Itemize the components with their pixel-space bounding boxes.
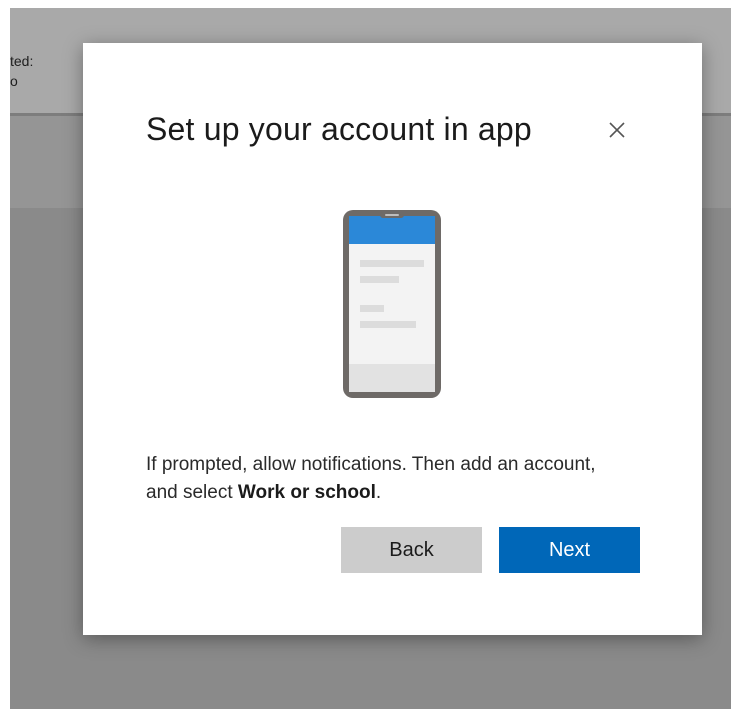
message-end: .: [375, 482, 382, 503]
next-button[interactable]: Next: [499, 527, 640, 573]
close-icon: [609, 122, 625, 138]
dialog-title: Set up your account in app: [146, 111, 532, 147]
dialog-message: If prompted, allow notifications. Then a…: [146, 451, 606, 507]
setup-account-dialog: Set up your account in app If prompted, …: [83, 43, 702, 635]
close-button[interactable]: [600, 113, 634, 147]
back-button[interactable]: Back: [341, 527, 482, 573]
message-emphasis: Work or school: [237, 482, 376, 503]
phone-app-icon: [343, 210, 441, 398]
background-label-2: o: [10, 73, 18, 89]
background-page: ted: o Set up your account in app If pro…: [10, 8, 731, 709]
background-label: ted:: [10, 53, 34, 69]
